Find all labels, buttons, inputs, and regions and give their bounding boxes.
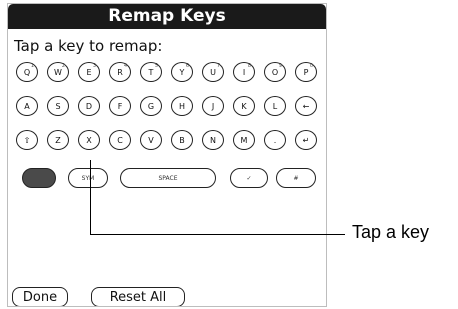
key-label: A — [24, 101, 30, 111]
key-superscript: 2 — [61, 63, 65, 69]
key-1-10[interactable]: P0 — [295, 62, 317, 82]
key-2-3[interactable]: D — [78, 96, 100, 116]
window-title: Remap Keys — [8, 4, 326, 29]
key-label: W — [54, 67, 62, 77]
key-label: D — [85, 101, 93, 111]
key-superscript: 9 — [278, 63, 282, 69]
reset-all-button[interactable]: Reset All — [91, 287, 185, 306]
key-superscript: 4 — [123, 63, 127, 69]
symbol-key-label: SYM — [81, 174, 95, 182]
key-label: I — [242, 67, 246, 77]
key-superscript: 6 — [185, 63, 189, 69]
key-1-3[interactable]: E3 — [78, 62, 100, 82]
key-1-1[interactable]: Q1 — [16, 62, 38, 82]
key-3-7[interactable]: N — [202, 130, 224, 150]
callout-line-horizontal — [90, 234, 345, 235]
check-key[interactable]: ✓ — [230, 168, 268, 188]
key-label: C — [117, 135, 123, 145]
key-3-10[interactable]: ↵ — [295, 130, 317, 150]
key-label: S — [55, 101, 61, 111]
key-label: R — [117, 67, 123, 77]
key-label: F — [117, 101, 123, 111]
key-label: ⇧ — [23, 135, 31, 145]
key-label: P — [303, 67, 309, 77]
space-key-label: SPACE — [158, 174, 178, 182]
key-2-9[interactable]: L — [264, 96, 286, 116]
key-3-8[interactable]: M — [233, 130, 255, 150]
key-1-8[interactable]: I8 — [233, 62, 255, 82]
key-3-3[interactable]: X — [78, 130, 100, 150]
key-label: J — [211, 101, 215, 111]
key-2-5[interactable]: G — [140, 96, 162, 116]
key-2-7[interactable]: J — [202, 96, 224, 116]
key-label: Q — [23, 67, 31, 77]
key-2-4[interactable]: F — [109, 96, 131, 116]
key-3-1[interactable]: ⇧ — [16, 130, 38, 150]
key-label: Z — [55, 135, 61, 145]
key-label: X — [86, 135, 92, 145]
key-1-7[interactable]: U7 — [202, 62, 224, 82]
symbol-key[interactable]: SYM — [68, 168, 108, 188]
key-label: K — [241, 101, 247, 111]
key-label: M — [240, 135, 248, 145]
check-key-label: ✓ — [246, 174, 252, 182]
key-2-8[interactable]: K — [233, 96, 255, 116]
key-1-9[interactable]: O9 — [264, 62, 286, 82]
key-label: ↵ — [302, 135, 310, 145]
key-label: O — [271, 67, 279, 77]
key-label: H — [178, 101, 185, 111]
key-3-2[interactable]: Z — [47, 130, 69, 150]
key-superscript: 7 — [216, 63, 220, 69]
key-2-6[interactable]: H — [171, 96, 193, 116]
key-label: U — [210, 67, 216, 77]
callout-label: Tap a key — [352, 222, 430, 242]
hash-key-label: # — [293, 174, 299, 182]
callout-line-vertical — [90, 160, 91, 235]
hash-key[interactable]: # — [276, 168, 316, 188]
key-1-2[interactable]: W2 — [47, 62, 69, 82]
remap-keys-screen: Remap Keys Tap a key to remap: Q1 W2 E3 R4 T… — [7, 3, 327, 307]
key-label: G — [147, 101, 155, 111]
key-1-5[interactable]: T5 — [140, 62, 162, 82]
key-superscript: 1 — [30, 63, 34, 69]
key-2-1[interactable]: A — [16, 96, 38, 116]
key-2-10[interactable]: ← — [295, 96, 317, 116]
key-1-6[interactable]: Y6 — [171, 62, 193, 82]
key-1-4[interactable]: R4 — [109, 62, 131, 82]
shift-lock-key[interactable] — [22, 168, 56, 188]
instruction-text: Tap a key to remap: — [14, 37, 163, 55]
key-label: ← — [302, 101, 310, 111]
key-3-5[interactable]: V — [140, 130, 162, 150]
key-label: V — [148, 135, 154, 145]
key-label: T — [148, 67, 154, 77]
key-label: L — [272, 101, 278, 111]
key-label: B — [179, 135, 185, 145]
key-superscript: 3 — [92, 63, 96, 69]
key-3-9[interactable]: . — [264, 130, 286, 150]
key-superscript: 5 — [154, 63, 158, 69]
key-2-2[interactable]: S — [47, 96, 69, 116]
key-label: E — [86, 67, 92, 77]
key-label: N — [210, 135, 216, 145]
key-superscript: 0 — [309, 63, 313, 69]
key-3-4[interactable]: C — [109, 130, 131, 150]
key-label: . — [273, 135, 277, 145]
key-label: Y — [179, 67, 185, 77]
done-button[interactable]: Done — [12, 287, 68, 306]
key-3-6[interactable]: B — [171, 130, 193, 150]
space-key[interactable]: SPACE — [120, 168, 216, 188]
key-superscript: 8 — [247, 63, 251, 69]
